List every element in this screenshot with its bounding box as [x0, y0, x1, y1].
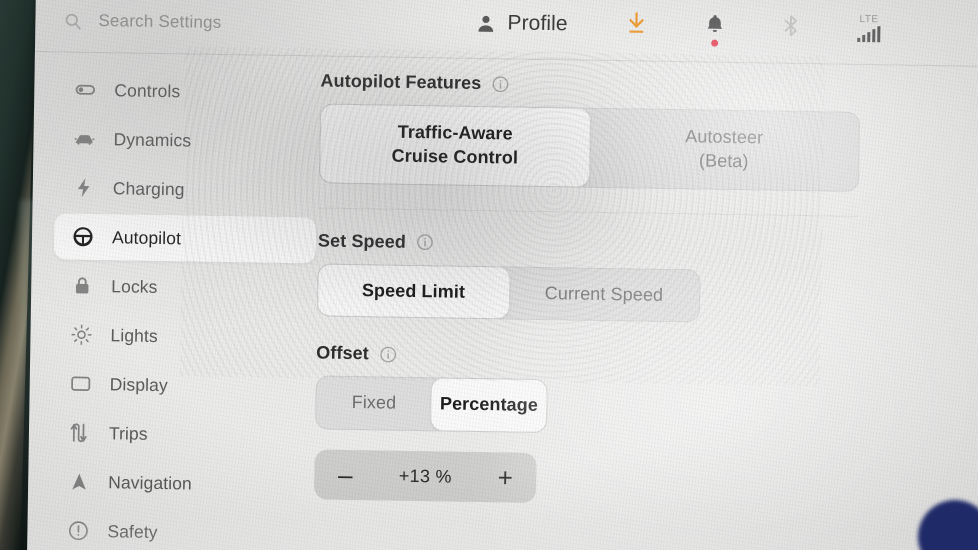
road-icon [69, 422, 91, 444]
sidebar-item-dynamics[interactable]: Dynamics [55, 115, 318, 165]
cellular-signal-indicator: LTE [857, 13, 881, 43]
segment-percentage[interactable]: Percentage [431, 378, 547, 433]
sidebar-item-display[interactable]: Display [51, 360, 314, 410]
sidebar-item-autopilot[interactable]: Autopilot [53, 213, 317, 264]
autopilot-features-segmented-control[interactable]: Traffic-Aware Cruise Control Autosteer (… [318, 103, 861, 192]
segment-label-line1: Autosteer [685, 126, 764, 148]
toggle-icon [74, 79, 96, 101]
software-update-button[interactable] [625, 11, 647, 35]
sidebar-item-label: Charging [112, 177, 185, 199]
info-icon[interactable] [416, 233, 434, 251]
sidebar-item-label: Safety [107, 520, 158, 542]
segment-traffic-aware-cruise-control[interactable]: Traffic-Aware Cruise Control [319, 104, 591, 187]
segment-autosteer-beta[interactable]: Autosteer (Beta) [589, 109, 859, 191]
settings-sidebar: Controls Dynamics Charging Autopilot Loc… [49, 66, 319, 550]
steering-wheel-icon [72, 226, 94, 248]
increment-button[interactable]: + [492, 462, 518, 492]
status-icon-group: LTE [625, 11, 881, 49]
sidebar-item-label: Trips [108, 422, 148, 444]
touchscreen-surface: Search Settings Profile LTE Controls Dyn… [26, 0, 978, 550]
sidebar-item-label: Dynamics [113, 128, 192, 150]
tesla-touchscreen-photo: Search Settings Profile LTE Controls Dyn… [0, 0, 978, 550]
autopilot-features-section: Autopilot Features Traffic-Aware Cruise … [318, 70, 978, 193]
info-icon[interactable] [491, 75, 509, 93]
display-icon [70, 373, 92, 395]
sidebar-item-label: Display [109, 373, 168, 395]
search-placeholder-text: Search Settings [98, 10, 222, 32]
sidebar-item-locks[interactable]: Locks [53, 262, 316, 312]
set-speed-segmented-control[interactable]: Speed Limit Current Speed [316, 262, 701, 323]
segment-speed-limit[interactable]: Speed Limit [317, 263, 510, 319]
offset-percentage-stepper: – +13 % + [313, 449, 537, 503]
notification-dot [711, 39, 719, 47]
person-icon [475, 12, 496, 33]
sidebar-item-trips[interactable]: Trips [51, 409, 314, 459]
section-title: Offset [316, 342, 370, 364]
section-title: Autopilot Features [320, 70, 482, 94]
sidebar-item-label: Navigation [108, 471, 193, 494]
top-bar: Search Settings Profile LTE [35, 0, 978, 66]
notifications-button[interactable] [705, 13, 725, 47]
offset-segmented-control[interactable]: Fixed Percentage [315, 375, 548, 434]
offset-value: +13 % [398, 465, 452, 487]
sidebar-item-safety[interactable]: Safety [49, 507, 312, 550]
download-icon [625, 11, 647, 35]
offset-section: Offset Fixed Percentage – +13 % + [313, 342, 978, 511]
segment-label-line2: Cruise Control [391, 145, 519, 168]
section-title: Set Speed [317, 229, 407, 252]
sidebar-item-label: Lights [110, 324, 158, 346]
lightning-bolt-icon [73, 177, 95, 199]
sun-icon [70, 324, 92, 346]
sidebar-item-controls[interactable]: Controls [56, 66, 319, 116]
segment-label-line2: (Beta) [698, 150, 749, 171]
bell-icon [705, 13, 724, 36]
network-type-label: LTE [859, 13, 879, 26]
info-icon[interactable] [379, 345, 397, 363]
section-divider [318, 206, 859, 217]
search-icon [63, 11, 82, 30]
lock-icon [71, 275, 93, 297]
autopilot-features-header: Autopilot Features [320, 70, 978, 102]
segment-current-speed[interactable]: Current Speed [508, 267, 699, 322]
profile-button[interactable]: Profile [475, 11, 568, 36]
sidebar-item-label: Autopilot [111, 226, 182, 248]
autopilot-settings-panel: Autopilot Features Traffic-Aware Cruise … [313, 70, 978, 514]
segment-label-line1: Traffic-Aware [397, 121, 513, 144]
set-speed-section: Set Speed Speed Limit Current Speed [316, 230, 978, 328]
bluetooth-icon [782, 14, 799, 38]
segment-fixed[interactable]: Fixed [316, 377, 432, 431]
profile-label: Profile [507, 11, 568, 36]
sidebar-item-navigation[interactable]: Navigation [50, 458, 313, 508]
sidebar-item-label: Controls [114, 79, 181, 101]
navigation-arrow-icon [68, 471, 90, 493]
search-settings-field[interactable]: Search Settings [63, 10, 222, 32]
decrement-button[interactable]: – [332, 460, 358, 490]
alert-circle-icon [67, 520, 89, 542]
bluetooth-button[interactable] [782, 14, 799, 38]
sidebar-item-charging[interactable]: Charging [54, 164, 317, 214]
sidebar-item-label: Locks [111, 275, 158, 297]
set-speed-header: Set Speed [318, 230, 978, 262]
car-icon [73, 128, 95, 150]
signal-bars-icon [857, 26, 881, 43]
sidebar-item-lights[interactable]: Lights [52, 311, 315, 361]
